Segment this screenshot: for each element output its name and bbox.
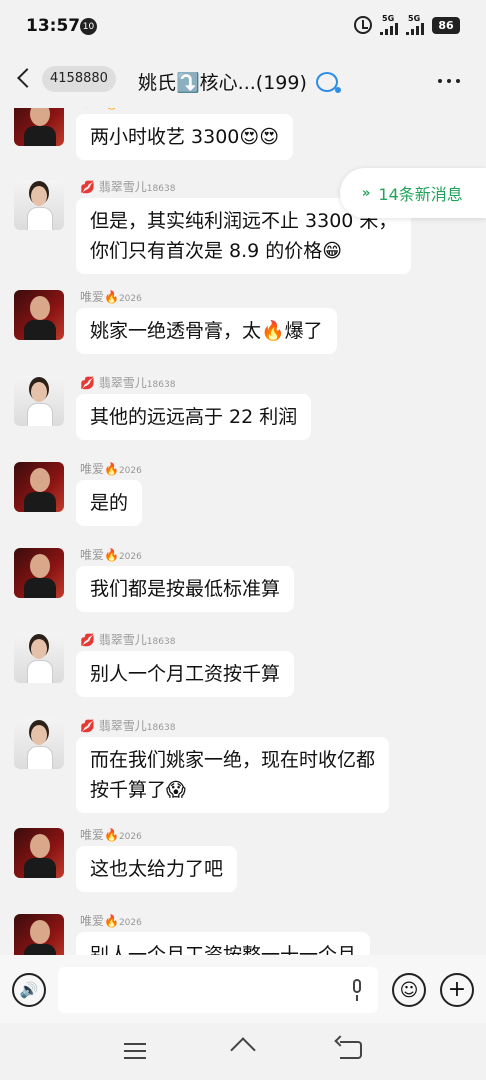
sender-name: 唯爱🔥2026 bbox=[80, 546, 142, 563]
sender-name: 唯爱🔥2026 bbox=[80, 288, 142, 305]
sender-name-text: 翡翠雪儿 bbox=[98, 376, 147, 390]
message-bubble[interactable]: 这也太给力了吧 bbox=[76, 846, 238, 892]
lips-icon: 💋 bbox=[80, 719, 95, 733]
sender-name: 💋 翡翠雪儿18638 bbox=[80, 631, 175, 648]
message-bubble[interactable]: 两小时收艺 3300😍😍 bbox=[76, 114, 294, 160]
sender-tag: 2026 bbox=[118, 466, 142, 476]
sender-name: 唯爱🔥2026 bbox=[80, 460, 142, 477]
new-messages-label: 14条新消息 bbox=[378, 185, 463, 204]
group-title[interactable]: 姚氏⤵️核心...(199) bbox=[138, 68, 307, 95]
message-text-line: 别人一个月工资按整一十一个月 bbox=[90, 944, 357, 955]
message-list[interactable]: 唯爱🔥2026两小时收艺 3300😍😍💋 翡翠雪儿18638但是，其实纯利润远不… bbox=[0, 108, 486, 955]
status-time: 13:57 bbox=[26, 16, 81, 36]
sender-name-text: 唯爱🔥 bbox=[80, 548, 119, 562]
input-bar: 🔊 ☺ + bbox=[0, 955, 486, 1023]
message-text-line: 别人一个月工资按千算 bbox=[90, 663, 281, 685]
lips-icon: 💋 bbox=[80, 376, 95, 390]
message-bubble[interactable]: 其他的远远高于 22 利润 bbox=[76, 394, 312, 440]
sender-tag: 18638 bbox=[146, 380, 176, 390]
message-text-line: 按千算了😱 bbox=[90, 779, 186, 801]
message-bubble[interactable]: 别人一个月工资按整一十一个月 bbox=[76, 932, 371, 955]
lips-icon: 💋 bbox=[80, 633, 95, 647]
sender-tag: 18638 bbox=[146, 184, 176, 194]
voice-input-button[interactable]: 🔊 bbox=[12, 973, 46, 1007]
message-text-line: 姚家一绝透骨膏，太🔥爆了 bbox=[90, 320, 323, 342]
home-icon[interactable] bbox=[230, 1039, 254, 1061]
sender-name: 唯爱🔥2026 bbox=[80, 912, 142, 929]
new-messages-button[interactable]: » 14条新消息 bbox=[340, 168, 486, 218]
sender-tag: 18638 bbox=[146, 637, 176, 647]
add-attachment-button[interactable]: + bbox=[440, 973, 474, 1007]
sender-tag: 2026 bbox=[118, 294, 142, 304]
avatar[interactable] bbox=[14, 719, 64, 769]
avatar[interactable] bbox=[14, 290, 64, 340]
avatar[interactable] bbox=[14, 914, 64, 955]
sender-name-text: 唯爱🔥 bbox=[80, 462, 119, 476]
system-nav-bar bbox=[0, 1023, 486, 1080]
sender-name: 💋 翡翠雪儿18638 bbox=[80, 178, 175, 195]
chat-header: 4158880 姚氏⤵️核心...(199) bbox=[0, 54, 486, 108]
sender-tag: 2026 bbox=[118, 832, 142, 842]
message-text-line: 两小时收艺 3300😍😍 bbox=[90, 126, 280, 148]
message-bubble[interactable]: 别人一个月工资按千算 bbox=[76, 651, 295, 697]
message-text-line: 这也太给力了吧 bbox=[90, 858, 224, 880]
recent-apps-icon[interactable] bbox=[124, 1043, 146, 1059]
lips-icon: 💋 bbox=[80, 180, 95, 194]
emoji-button[interactable]: ☺ bbox=[392, 973, 426, 1007]
avatar[interactable] bbox=[14, 180, 64, 230]
sender-tag: 2026 bbox=[118, 552, 142, 562]
avatar[interactable] bbox=[14, 376, 64, 426]
avatar[interactable] bbox=[14, 462, 64, 512]
sender-name-text: 唯爱🔥 bbox=[80, 290, 119, 304]
sender-name-text: 翡翠雪儿 bbox=[98, 719, 147, 733]
avatar[interactable] bbox=[14, 828, 64, 878]
message-bubble[interactable]: 我们都是按最低标准算 bbox=[76, 566, 295, 612]
avatar[interactable] bbox=[14, 633, 64, 683]
sender-name-text: 唯爱🔥 bbox=[80, 828, 119, 842]
unread-count-badge[interactable]: 4158880 bbox=[42, 66, 116, 92]
sender-tag: 2026 bbox=[118, 918, 142, 928]
double-chevron-up-icon: » bbox=[362, 185, 371, 201]
status-bar: 13:57 10 5G 5G 86 bbox=[0, 0, 486, 54]
signal-label-2: 5G bbox=[408, 14, 421, 23]
alarm-icon bbox=[354, 16, 372, 34]
avatar[interactable] bbox=[14, 548, 64, 598]
message-input[interactable] bbox=[58, 967, 378, 1013]
message-text-line: 是的 bbox=[90, 492, 129, 514]
sender-name-text: 翡翠雪儿 bbox=[98, 180, 147, 194]
notification-badge: 10 bbox=[80, 18, 97, 35]
signal-label-1: 5G bbox=[382, 14, 395, 23]
signal-icon-1: 5G bbox=[380, 15, 398, 35]
sender-name: 唯爱🔥2026 bbox=[80, 826, 142, 843]
sender-name-text: 翡翠雪儿 bbox=[98, 633, 147, 647]
sender-name: 💋 翡翠雪儿18638 bbox=[80, 717, 175, 734]
avatar[interactable] bbox=[14, 108, 64, 146]
message-text-line: 我们都是按最低标准算 bbox=[90, 578, 281, 600]
message-bubble[interactable]: 而在我们姚家一绝，现在时收亿都 按千算了😱 bbox=[76, 737, 390, 813]
message-bubble[interactable]: 姚家一绝透骨膏，太🔥爆了 bbox=[76, 308, 337, 354]
sender-name-text: 唯爱🔥 bbox=[80, 914, 119, 928]
message-text-line: 你们只有首次是 8.9 的价格😁 bbox=[90, 240, 343, 262]
message-text-line: 而在我们姚家一绝，现在时收亿都 bbox=[90, 749, 376, 771]
back-arrow-icon[interactable] bbox=[17, 68, 37, 88]
microphone-icon[interactable] bbox=[350, 979, 364, 1001]
message-bubble[interactable]: 是的 bbox=[76, 480, 143, 526]
sender-name: 唯爱🔥2026 bbox=[80, 108, 142, 111]
sender-tag: 18638 bbox=[146, 723, 176, 733]
sender-tag: 2026 bbox=[119, 108, 142, 110]
sender-name: 💋 翡翠雪儿18638 bbox=[80, 374, 175, 391]
more-options-icon[interactable] bbox=[438, 79, 460, 83]
sender-name-text: 唯爱🔥 bbox=[80, 108, 119, 110]
message-text-line: 其他的远远高于 22 利润 bbox=[90, 406, 298, 428]
status-icons: 5G 5G 86 bbox=[354, 15, 460, 35]
nav-back-icon[interactable] bbox=[340, 1041, 362, 1059]
battery-indicator: 86 bbox=[432, 16, 460, 34]
signal-icon-2: 5G bbox=[406, 15, 424, 35]
group-chat-icon bbox=[316, 72, 341, 93]
